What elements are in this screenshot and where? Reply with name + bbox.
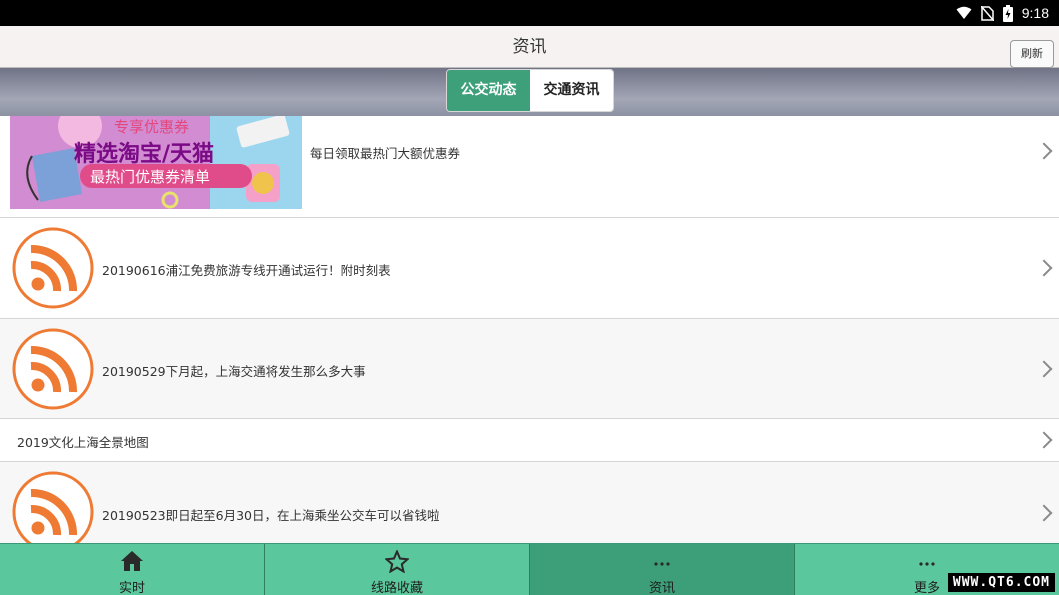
nav-label: 线路收藏 [370, 581, 423, 595]
list-item[interactable]: 20190523即日起至6月30日，在上海乘坐公交车可以省钱啦 [0, 462, 1059, 543]
rss-icon [12, 471, 94, 543]
list-item[interactable]: 20190616浦江免费旅游专线开通试运行！附时刻表 [0, 218, 1059, 319]
chevron-right-icon [1035, 431, 1053, 449]
item-title: 20190529下月起，上海交通将发生那么多大事 [102, 364, 366, 379]
status-time: 9:18 [1021, 5, 1049, 21]
rss-icon [12, 328, 94, 410]
star-icon [385, 550, 409, 573]
nav-label: 实时 [118, 581, 145, 595]
nav-realtime[interactable]: 实时 [0, 544, 265, 595]
list-item[interactable]: 2019文化上海全景地图 [0, 419, 1059, 462]
chevron-right-icon [1035, 259, 1053, 277]
banner-line-3: 最热门优惠券清单 [90, 168, 211, 186]
nav-label: 资讯 [648, 581, 675, 595]
status-bar: 9:18 [0, 0, 1059, 26]
news-list: 专享优惠券 精选淘宝/天猫 最热门优惠券清单 每日领取最热门大额优惠券 2019… [0, 116, 1059, 543]
refresh-button[interactable]: 刷新 [1010, 40, 1054, 68]
nav-favorites[interactable]: 线路收藏 [265, 544, 530, 595]
list-item[interactable]: 专享优惠券 精选淘宝/天猫 最热门优惠券清单 每日领取最热门大额优惠券 [0, 116, 1059, 218]
app-header: 资讯 刷新 [0, 26, 1059, 68]
tab-bus-updates[interactable]: 公交动态 [447, 70, 530, 111]
page-title: 资讯 [512, 37, 547, 57]
item-title: 20190616浦江免费旅游专线开通试运行！附时刻表 [102, 263, 391, 278]
battery-icon [1002, 4, 1013, 22]
rss-icon [12, 227, 94, 309]
bottom-nav: 实时 线路收藏 资讯 更多 [0, 543, 1059, 595]
segmented-control: 公交动态 交通资讯 [446, 69, 614, 112]
more-dots-icon [654, 562, 670, 566]
more-dots-icon [919, 562, 935, 566]
coupon-banner-image: 专享优惠券 精选淘宝/天猫 最热门优惠券清单 [10, 116, 302, 209]
chevron-right-icon [1035, 360, 1053, 378]
item-title: 每日领取最热门大额优惠券 [310, 146, 461, 161]
item-title: 20190523即日起至6月30日，在上海乘坐公交车可以省钱啦 [102, 508, 440, 523]
home-icon [121, 551, 143, 571]
nav-news[interactable]: 资讯 [530, 544, 795, 595]
status-icons: 9:18 [956, 0, 1049, 26]
chevron-right-icon [1035, 504, 1053, 522]
tab-traffic-news[interactable]: 交通资讯 [530, 70, 613, 111]
item-title: 2019文化上海全景地图 [17, 435, 149, 450]
banner-line-2: 精选淘宝/天猫 [74, 142, 215, 167]
site-watermark: WWW.QT6.COM [947, 573, 1055, 592]
tab-bar: 公交动态 交通资讯 [0, 68, 1059, 116]
no-sim-icon [980, 5, 994, 21]
banner-line-1: 专享优惠券 [114, 118, 190, 136]
wifi-icon [956, 6, 972, 19]
list-item[interactable]: 20190529下月起，上海交通将发生那么多大事 [0, 319, 1059, 419]
chevron-right-icon [1035, 142, 1053, 160]
